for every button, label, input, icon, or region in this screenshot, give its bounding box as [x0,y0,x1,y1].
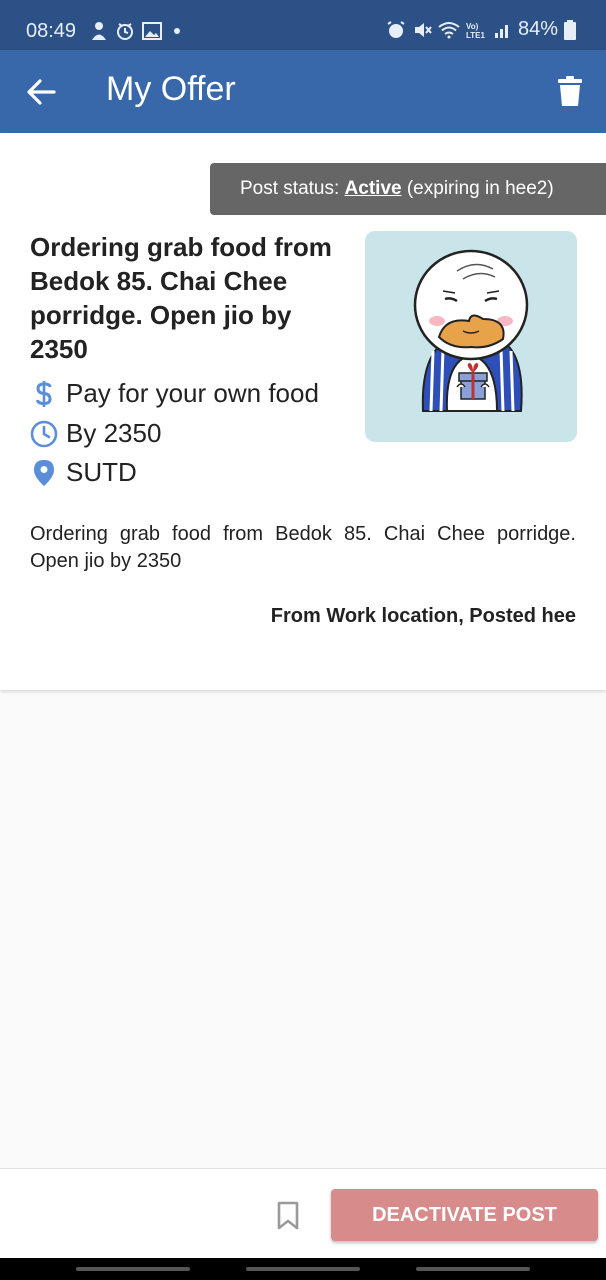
posted-from: From Work location, Posted hee [270,605,576,627]
location-pin-icon [30,459,58,487]
offer-description: Ordering grab food from Bedok 85. Chai C… [30,523,576,572]
status-time: 08:49 [26,20,77,42]
offer-card: Post status: Active (expiring in hee2) O… [0,133,606,690]
offer-title: Ordering grab food from Bedok 85. Chai C… [30,232,332,364]
alarm-icon [387,20,405,38]
dot-icon [174,28,180,34]
battery-percent: 84% [517,18,558,40]
time-text: By 2350 [66,418,162,448]
status-bar: 08:49 Vo) LTE1 84% [0,0,606,50]
system-nav-bar [0,1258,606,1280]
post-status-label: Post status: [240,178,345,199]
post-status-suffix: (expiring in hee2) [401,178,554,199]
payment-text: Pay for your own food [66,378,319,408]
bottom-action-bar: DEACTIVATE POST [0,1168,606,1258]
svg-text:Vo): Vo) [466,22,479,31]
location-row: SUTD [30,457,137,488]
status-right-icons: Vo) LTE1 84% [386,18,576,41]
status-left-icons [90,20,184,42]
avatar [365,231,577,442]
page-title: My Offer [106,70,236,108]
bookmark-icon[interactable] [276,1201,300,1231]
time-row: By 2350 [30,418,161,449]
timer-icon [117,23,133,40]
person-icon [92,22,106,40]
arrow-left-icon[interactable] [26,78,56,106]
clock-icon [30,420,58,448]
trash-icon[interactable] [558,76,582,106]
image-icon [142,22,162,40]
signal-icon [494,24,508,38]
post-status-value[interactable]: Active [345,178,402,199]
dollar-icon [30,380,58,408]
post-status-badge: Post status: Active (expiring in hee2) [210,163,606,215]
deactivate-post-button[interactable]: DEACTIVATE POST [331,1189,598,1241]
nav-back[interactable] [416,1267,530,1271]
svg-text:LTE1: LTE1 [466,31,486,40]
app-bar: My Offer [0,50,606,133]
volte-icon: Vo)LTE1 [466,22,486,40]
battery-icon [564,19,576,40]
nav-home[interactable] [246,1267,360,1271]
nav-recent-apps[interactable] [76,1267,190,1271]
wifi-icon [438,21,460,38]
location-text: SUTD [66,457,137,487]
duck-with-gift-icon [413,249,529,412]
payment-row: Pay for your own food [30,378,319,409]
mute-icon [414,22,432,37]
